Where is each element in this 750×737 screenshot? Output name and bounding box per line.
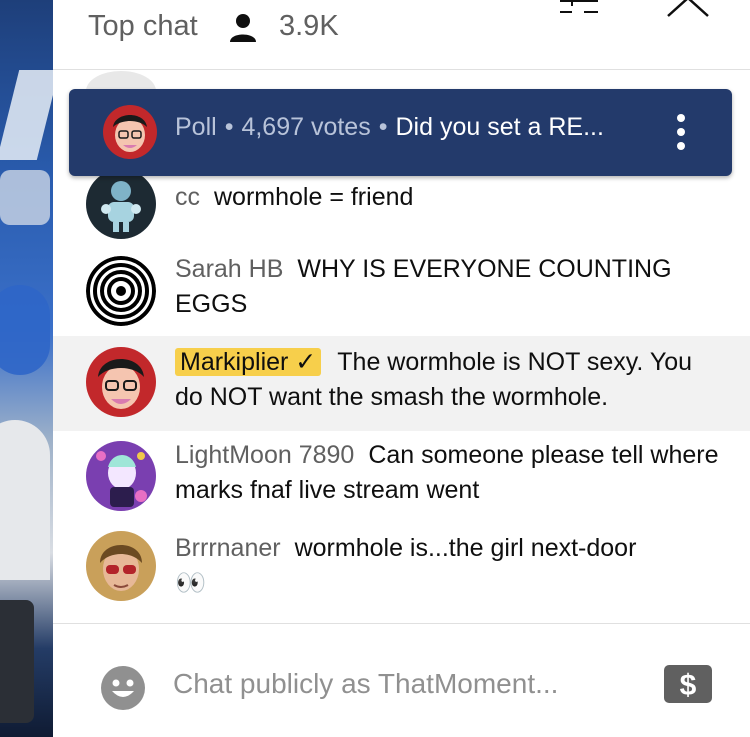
chat-header: Top chat 3.9K: [53, 0, 750, 70]
video-logo-shape: [0, 170, 50, 225]
video-figure-shape: [0, 420, 50, 580]
avatar: [86, 441, 156, 511]
chat-message[interactable]: Brrrnaner wormhole is...the girl next-doo…: [53, 526, 750, 621]
avatar: [86, 347, 156, 417]
chat-message[interactable]: LightMoon 7890 Can someone please tell wh…: [53, 431, 750, 526]
separator-dot: •: [378, 113, 388, 141]
message-body: wormhole = friend: [214, 183, 414, 211]
message-text: Sarah HB WHY IS EVERYONE COUNTING EGGS: [175, 252, 720, 322]
message-author[interactable]: LightMoon 7890: [175, 441, 354, 469]
message-text: cc wormhole = friend: [175, 180, 720, 215]
message-author[interactable]: cc: [175, 183, 200, 211]
svg-text:$: $: [680, 669, 697, 702]
avatar: [103, 105, 157, 159]
poll-label: Poll: [175, 113, 217, 141]
dollar-icon[interactable]: $: [663, 664, 713, 704]
chat-mode-title[interactable]: Top chat: [88, 10, 198, 43]
filter-icon[interactable]: [558, 0, 600, 18]
poll-votes: 4,697 votes: [241, 113, 371, 141]
verified-check-icon: ✓: [288, 348, 317, 376]
more-vert-icon[interactable]: [675, 112, 687, 152]
avatar: [86, 169, 156, 239]
chat-message-input[interactable]: [173, 668, 623, 700]
message-author[interactable]: Brrrnaner: [175, 534, 281, 562]
message-text: Markiplier ✓ The wormhole is NOT sexy. Yo…: [175, 345, 720, 415]
message-body: wormhole is...the girl next-door: [294, 534, 637, 562]
eyes-emoji: 👀: [175, 569, 207, 597]
viewer-count: 3.9K: [279, 10, 339, 42]
avatar: [86, 531, 156, 601]
smiley-icon[interactable]: [100, 665, 146, 711]
video-player-edge: [0, 0, 53, 737]
video-logo-shape: [0, 70, 53, 160]
message-text: LightMoon 7890 Can someone please tell wh…: [175, 438, 720, 508]
avatar: [86, 256, 156, 326]
chat-message[interactable]: Sarah HB WHY IS EVERYONE COUNTING EGGS: [53, 248, 750, 328]
person-icon: [230, 14, 256, 42]
video-screen-shape: [0, 600, 34, 723]
message-text: Brrrnaner wormhole is...the girl next-doo…: [175, 531, 720, 601]
chat-message-owner[interactable]: Markiplier ✓ The wormhole is NOT sexy. Yo…: [53, 336, 750, 431]
chevron-up-icon[interactable]: [665, 0, 711, 20]
video-figure-shape: [0, 285, 50, 375]
poll-banner[interactable]: Poll • 4,697 votes • Did you set a RE...: [69, 89, 732, 176]
poll-question: Did you set a RE...: [395, 113, 604, 141]
owner-badge[interactable]: Markiplier ✓: [175, 348, 322, 376]
message-author[interactable]: Sarah HB: [175, 255, 283, 283]
separator-dot: •: [224, 113, 234, 141]
chat-message[interactable]: cc wormhole = friend: [53, 169, 750, 239]
chat-message-list[interactable]: Poll • 4,697 votes • Did you set a RE... cc w…: [53, 71, 750, 623]
chat-input-bar: $: [53, 623, 750, 737]
message-author: Markiplier: [180, 348, 289, 376]
poll-summary: Poll • 4,697 votes • Did you set a RE...: [175, 113, 604, 142]
